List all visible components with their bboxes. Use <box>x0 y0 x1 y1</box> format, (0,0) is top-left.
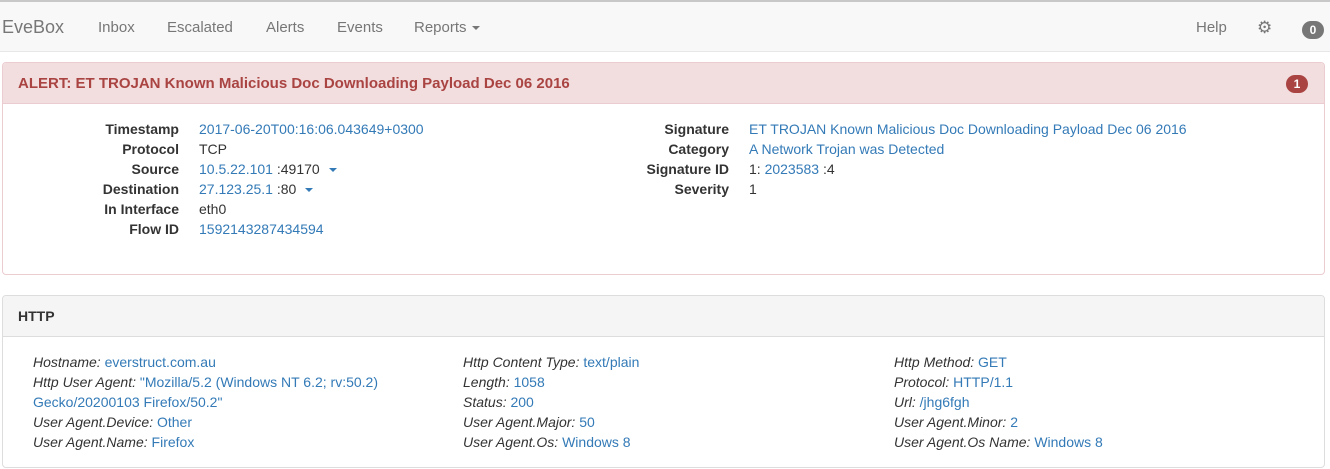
hostname-link[interactable]: everstruct.com.au <box>105 354 216 370</box>
gear-icon[interactable]: ⚙ <box>1257 18 1272 38</box>
kv-key: Hostname: <box>33 354 101 370</box>
alert-count-badge: 1 <box>1286 75 1308 93</box>
kv-key: Status: <box>463 394 507 410</box>
kv-key: Protocol: <box>894 374 950 390</box>
nav-inbox[interactable]: Inbox <box>98 19 135 36</box>
nav-reports-dropdown[interactable]: Reports <box>414 19 480 36</box>
http-protocol-link[interactable]: HTTP/1.1 <box>953 374 1013 390</box>
http-panel: HTTP Hostname: everstruct.com.au Http Us… <box>2 295 1325 468</box>
kv-row: Http Method: GET <box>894 352 1103 372</box>
alert-panel-heading: ALERT: ET TROJAN Known Malicious Doc Dow… <box>3 63 1324 104</box>
category-label: Category <box>668 141 729 157</box>
alert-panel: ALERT: ET TROJAN Known Malicious Doc Dow… <box>2 62 1325 275</box>
kv-row: User Agent.Device: Other <box>33 412 378 432</box>
kv-row: Length: 1058 <box>463 372 639 392</box>
kv-row: User Agent.Major: 50 <box>463 412 639 432</box>
user-agent-link[interactable]: "Mozilla/5.2 (Windows NT 6.2; rv:50.2) <box>140 374 378 390</box>
kv-key: User Agent.Device: <box>33 414 154 430</box>
nav-events[interactable]: Events <box>337 19 383 36</box>
nav-help[interactable]: Help <box>1196 19 1227 36</box>
kv-row: User Agent.Name: Firefox <box>33 432 378 452</box>
status-link[interactable]: 200 <box>510 394 533 410</box>
kv-key: User Agent.Minor: <box>894 414 1007 430</box>
http-method-link[interactable]: GET <box>978 354 1007 370</box>
alert-title: ALERT: ET TROJAN Known Malicious Doc Dow… <box>18 75 570 92</box>
flow-id-link[interactable]: 1592143287434594 <box>199 219 324 239</box>
kv-row: User Agent.Os: Windows 8 <box>463 432 639 452</box>
signature-label: Signature <box>664 121 729 137</box>
signature-sid-link[interactable]: 2023583 <box>765 161 820 177</box>
kv-row: Url: /jhg6fgh <box>894 392 1103 412</box>
ua-minor-link[interactable]: 2 <box>1010 414 1018 430</box>
nav-reports-label: Reports <box>414 19 467 36</box>
severity-value: 1 <box>749 181 757 197</box>
kv-key: User Agent.Name: <box>33 434 148 450</box>
signature-id-value: 1: 2023583 :4 <box>749 159 835 179</box>
url-link[interactable]: /jhg6fgh <box>920 394 970 410</box>
kv-row: Gecko/20200103 Firefox/50.2" <box>33 392 378 412</box>
content-type-link[interactable]: text/plain <box>583 354 639 370</box>
kv-row: User Agent.Os Name: Windows 8 <box>894 432 1103 452</box>
user-agent-link-cont[interactable]: Gecko/20200103 Firefox/50.2" <box>33 394 222 410</box>
http-column-1: Hostname: everstruct.com.au Http User Ag… <box>33 352 378 452</box>
brand-logo[interactable]: EveBox <box>2 17 64 38</box>
nav-alerts[interactable]: Alerts <box>266 19 304 36</box>
kv-row: Protocol: HTTP/1.1 <box>894 372 1103 392</box>
kv-key: Http User Agent: <box>33 374 136 390</box>
kv-key: User Agent.Os Name: <box>894 434 1031 450</box>
navbar: EveBox Inbox Escalated Alerts Events Rep… <box>0 0 1330 52</box>
kv-row: Status: 200 <box>463 392 639 412</box>
flow-id-label: Flow ID <box>129 221 179 237</box>
ua-device-link[interactable]: Other <box>157 414 192 430</box>
signature-rev: :4 <box>822 161 835 177</box>
http-column-3: Http Method: GET Protocol: HTTP/1.1 Url:… <box>894 352 1103 452</box>
signature-link[interactable]: ET TROJAN Known Malicious Doc Downloadin… <box>749 119 1187 139</box>
signature-gid: 1: <box>749 161 761 177</box>
interface-label: In Interface <box>104 201 179 217</box>
signature-id-label: Signature ID <box>646 161 729 177</box>
kv-row: User Agent.Minor: 2 <box>894 412 1103 432</box>
notification-count-badge[interactable]: 0 <box>1302 21 1324 39</box>
ua-major-link[interactable]: 50 <box>579 414 595 430</box>
kv-key: Url: <box>894 394 916 410</box>
http-title: HTTP <box>18 308 55 324</box>
length-link[interactable]: 1058 <box>514 374 545 390</box>
ua-name-link[interactable]: Firefox <box>152 434 195 450</box>
http-column-2: Http Content Type: text/plain Length: 10… <box>463 352 639 452</box>
kv-row: Http User Agent: "Mozilla/5.2 (Windows N… <box>33 372 378 392</box>
nav-escalated[interactable]: Escalated <box>167 19 233 36</box>
kv-key: User Agent.Os: <box>463 434 559 450</box>
kv-key: Length: <box>463 374 510 390</box>
kv-key: Http Content Type: <box>463 354 580 370</box>
ua-os-link[interactable]: Windows 8 <box>562 434 630 450</box>
http-panel-heading: HTTP <box>3 296 1324 337</box>
kv-row: Hostname: everstruct.com.au <box>33 352 378 372</box>
category-link[interactable]: A Network Trojan was Detected <box>749 139 944 159</box>
ua-os-name-link[interactable]: Windows 8 <box>1034 434 1102 450</box>
interface-value: eth0 <box>199 201 227 217</box>
severity-label: Severity <box>674 181 729 197</box>
kv-key: Http Method: <box>894 354 975 370</box>
chevron-down-icon <box>471 26 480 31</box>
kv-row: Http Content Type: text/plain <box>463 352 639 372</box>
kv-key: User Agent.Major: <box>463 414 576 430</box>
